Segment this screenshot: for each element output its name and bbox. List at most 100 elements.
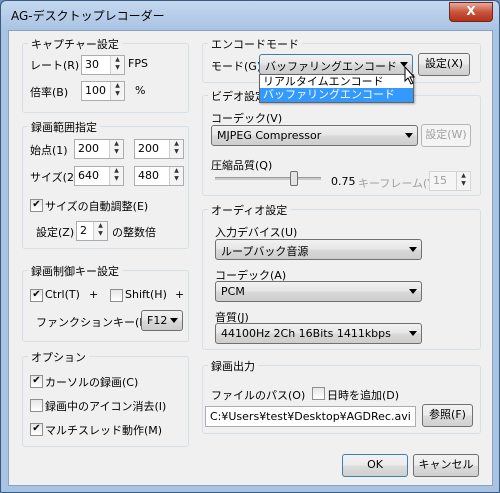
video-codec-label: コーデック(V) bbox=[211, 112, 283, 125]
input-device-value: ループバック音源 bbox=[221, 245, 309, 258]
capture-group-label: キャプチャー設定 bbox=[28, 36, 122, 52]
add-datetime-checkbox[interactable] bbox=[312, 387, 325, 400]
encode-group-label: エンコードモード bbox=[208, 36, 302, 52]
ctrl-label[interactable]: Ctrl(T) bbox=[45, 288, 80, 301]
auto-adjust-label[interactable]: サイズの自動調整(E) bbox=[45, 198, 148, 214]
window-title: AG-デスクトップレコーダー bbox=[11, 9, 165, 23]
close-button[interactable]: X bbox=[449, 2, 493, 22]
audio-codec-value: PCM bbox=[221, 285, 245, 298]
function-key-value: F12 bbox=[147, 314, 168, 327]
shift-checkbox[interactable] bbox=[110, 289, 123, 302]
add-datetime-label[interactable]: 日時を追加(D) bbox=[327, 387, 399, 403]
mode-option-buffering[interactable]: バッファリングエンコード bbox=[260, 88, 413, 102]
file-path-value: C:¥Users¥test¥Desktop¥AGDRec.avi bbox=[210, 410, 411, 423]
chevron-down-icon bbox=[409, 331, 417, 336]
capture-settings-group: キャプチャー設定 bbox=[22, 36, 189, 113]
size-label: サイズ(2) bbox=[30, 171, 79, 184]
chevron-down-icon bbox=[409, 289, 417, 294]
plus-sign-2: + bbox=[175, 288, 185, 301]
scale-spinner-arrows[interactable]: ▲ ▼ bbox=[110, 82, 124, 100]
hide-icon-label[interactable]: 録画中のアイコン消去(I) bbox=[45, 398, 166, 414]
options-group-label: オプション bbox=[28, 349, 89, 365]
scale-unit: % bbox=[135, 84, 146, 97]
hotkey-group-label: 録画制御キー設定 bbox=[28, 263, 122, 279]
video-codec-settings-button[interactable]: 設定(W) bbox=[421, 124, 471, 147]
audio-group-label: オーディオ設定 bbox=[208, 202, 291, 218]
quality-value: 0.75 bbox=[331, 175, 356, 188]
quality-slider[interactable] bbox=[215, 171, 321, 187]
size-h-arrows[interactable]: ▲ ▼ bbox=[169, 167, 183, 185]
chevron-down-icon bbox=[170, 318, 178, 323]
cancel-button[interactable]: キャンセル bbox=[413, 454, 479, 477]
input-device-label: 入力デバイス(U) bbox=[215, 226, 298, 239]
output-group-label: 録画出力 bbox=[208, 358, 258, 374]
audio-quality-select[interactable]: 44100Hz 2Ch 16Bits 1411kbps bbox=[215, 323, 422, 344]
multithread-checkbox[interactable]: ✔ bbox=[30, 423, 43, 436]
mode-value: バッファリングエンコード bbox=[265, 60, 397, 73]
cursor-checkbox[interactable]: ✔ bbox=[30, 375, 43, 388]
function-key-select[interactable]: F12 bbox=[141, 310, 183, 331]
start-y-spinner[interactable]: 200 ▲ ▼ bbox=[134, 139, 184, 159]
dialog-client: キャプチャー設定 レート(R) 30 ▲ ▼ FPS 倍率(B) 100 ▲ ▼ %… bbox=[8, 30, 493, 486]
auto-adjust-checkbox[interactable]: ✔ bbox=[30, 199, 43, 212]
keyframe-spinner[interactable]: 15 ▲ ▼ bbox=[429, 171, 471, 191]
ctrl-checkbox[interactable]: ✔ bbox=[30, 289, 43, 302]
main-window: AG-デスクトップレコーダー X キャプチャー設定 レート(R) 30 ▲ ▼ F… bbox=[0, 0, 500, 493]
keyframe-label: キーフレーム(Y) bbox=[358, 177, 439, 190]
rate-value: 30 bbox=[85, 58, 99, 71]
ok-button[interactable]: OK bbox=[342, 454, 408, 477]
region-group-label: 録画範囲指定 bbox=[28, 119, 100, 135]
multiple-label: の整数倍 bbox=[112, 226, 156, 239]
size-h-spinner[interactable]: 480 ▲ ▼ bbox=[134, 166, 184, 186]
shift-label[interactable]: Shift(H) bbox=[125, 288, 167, 301]
chevron-down-icon bbox=[409, 247, 417, 252]
file-path-label: ファイルのパス(O) bbox=[211, 389, 306, 402]
size-w-spinner[interactable]: 640 ▲ ▼ bbox=[74, 166, 124, 186]
multiple-value: 2 bbox=[80, 224, 87, 237]
input-device-select[interactable]: ループバック音源 bbox=[215, 239, 422, 260]
rate-unit: FPS bbox=[128, 57, 148, 70]
scale-label: 倍率(B) bbox=[30, 86, 69, 99]
slider-track bbox=[215, 177, 321, 180]
scale-value: 100 bbox=[85, 84, 106, 97]
hide-icon-checkbox[interactable] bbox=[30, 399, 43, 412]
function-key-label: ファンクションキー(K) bbox=[36, 316, 151, 329]
mode-dropdown-list: リアルタイムエンコード バッファリングエンコード bbox=[259, 74, 414, 103]
size-w-arrows[interactable]: ▲ ▼ bbox=[109, 167, 123, 185]
start-x-spinner[interactable]: 200 ▲ ▼ bbox=[74, 139, 124, 159]
rate-label: レート(R) bbox=[30, 59, 80, 72]
mode-select[interactable]: バッファリングエンコード bbox=[259, 54, 413, 75]
mode-option-realtime[interactable]: リアルタイムエンコード bbox=[260, 75, 416, 88]
start-label: 始点(1) bbox=[30, 144, 68, 157]
rate-spinner-arrows[interactable]: ▲ ▼ bbox=[110, 56, 124, 74]
title-bar[interactable]: AG-デスクトップレコーダー X bbox=[1, 1, 499, 29]
video-codec-select[interactable]: MJPEG Compressor bbox=[211, 125, 418, 146]
file-path-input[interactable]: C:¥Users¥test¥Desktop¥AGDRec.avi bbox=[205, 406, 416, 427]
multithread-label[interactable]: マルチスレッド動作(M) bbox=[45, 422, 162, 438]
scale-spinner[interactable]: 100 ▲ ▼ bbox=[81, 81, 125, 101]
hotkey-group: 録画制御キー設定 bbox=[22, 263, 189, 342]
keyframe-arrows[interactable]: ▲ ▼ bbox=[456, 172, 470, 190]
multiple-spinner[interactable]: 2 ▲ ▼ bbox=[76, 221, 108, 241]
encode-settings-button[interactable]: 設定(X) bbox=[418, 53, 470, 76]
mode-label: モード(G) bbox=[211, 60, 262, 73]
start-x-arrows[interactable]: ▲ ▼ bbox=[109, 140, 123, 158]
chevron-down-icon bbox=[405, 133, 413, 138]
audio-codec-select[interactable]: PCM bbox=[215, 281, 422, 302]
slider-thumb[interactable] bbox=[290, 171, 298, 186]
start-y-value: 200 bbox=[138, 142, 159, 155]
audio-quality-value: 44100Hz 2Ch 16Bits 1411kbps bbox=[221, 327, 391, 340]
size-w-value: 640 bbox=[78, 169, 99, 182]
multiple-arrows[interactable]: ▲ ▼ bbox=[93, 222, 107, 240]
browse-button[interactable]: 参照(F) bbox=[422, 404, 473, 427]
start-y-arrows[interactable]: ▲ ▼ bbox=[169, 140, 183, 158]
rate-spinner[interactable]: 30 ▲ ▼ bbox=[81, 55, 125, 75]
setting-label: 設定(Z) bbox=[36, 226, 75, 239]
start-x-value: 200 bbox=[78, 142, 99, 155]
size-h-value: 480 bbox=[138, 169, 159, 182]
keyframe-value: 15 bbox=[433, 174, 447, 187]
mouse-cursor-icon bbox=[404, 66, 416, 85]
video-codec-value: MJPEG Compressor bbox=[217, 129, 322, 142]
cursor-label[interactable]: カーソルの録画(C) bbox=[45, 374, 138, 390]
plus-sign-1: + bbox=[89, 288, 99, 301]
